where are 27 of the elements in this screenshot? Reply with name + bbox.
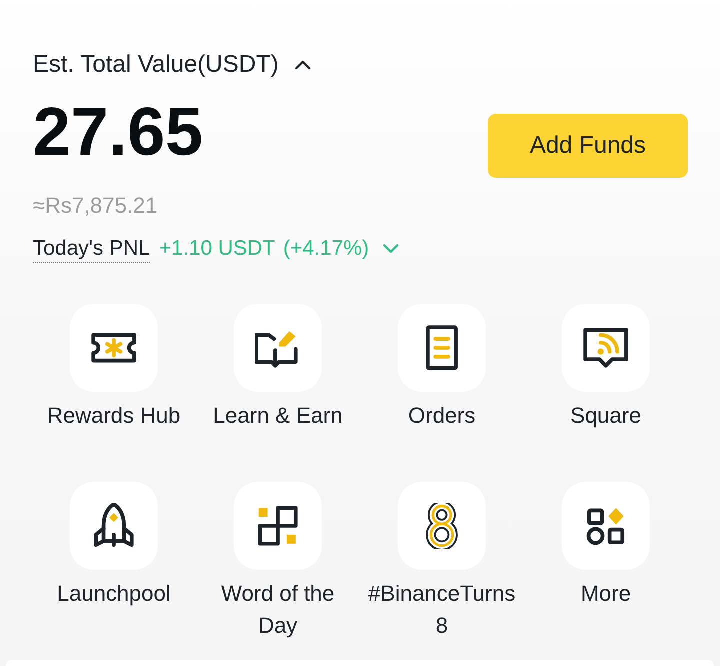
shortcut-label: Word of the Day: [220, 580, 336, 640]
balance-value: 27.65: [33, 98, 204, 166]
shortcut-label: Orders: [407, 402, 477, 430]
shortcut-button[interactable]: [234, 482, 322, 570]
shortcut-label: #BinanceTurns 8: [367, 580, 517, 640]
pnl-label[interactable]: Today's PNL: [33, 236, 150, 262]
pnl-value: +1.10 USDT: [159, 236, 276, 262]
add-funds-button[interactable]: Add Funds: [488, 114, 688, 178]
total-value-label: Est. Total Value(USDT): [33, 50, 279, 80]
shortcut-label: More: [580, 580, 632, 608]
shortcut-button[interactable]: [70, 482, 158, 570]
shortcut-label: Rewards Hub: [46, 402, 182, 430]
shortcut-button[interactable]: [562, 304, 650, 392]
shortcut-button[interactable]: [234, 304, 322, 392]
shortcut-button[interactable]: [562, 482, 650, 570]
squares-icon: [255, 503, 301, 549]
rocket-icon: [91, 503, 137, 549]
caret-up-icon[interactable]: [294, 60, 311, 70]
shortcut-button[interactable]: [398, 304, 486, 392]
shortcut-label: Square: [570, 402, 642, 430]
shortcut-label: Learn & Earn: [212, 402, 344, 430]
shortcut-button[interactable]: [398, 482, 486, 570]
chat-feed-icon: [583, 325, 629, 371]
shortcut-label: Launchpool: [56, 580, 172, 608]
fiat-value: ≈Rs7,875.21: [33, 192, 158, 220]
pnl-percent: (+4.17%): [283, 236, 370, 262]
shortcut-button[interactable]: [70, 304, 158, 392]
